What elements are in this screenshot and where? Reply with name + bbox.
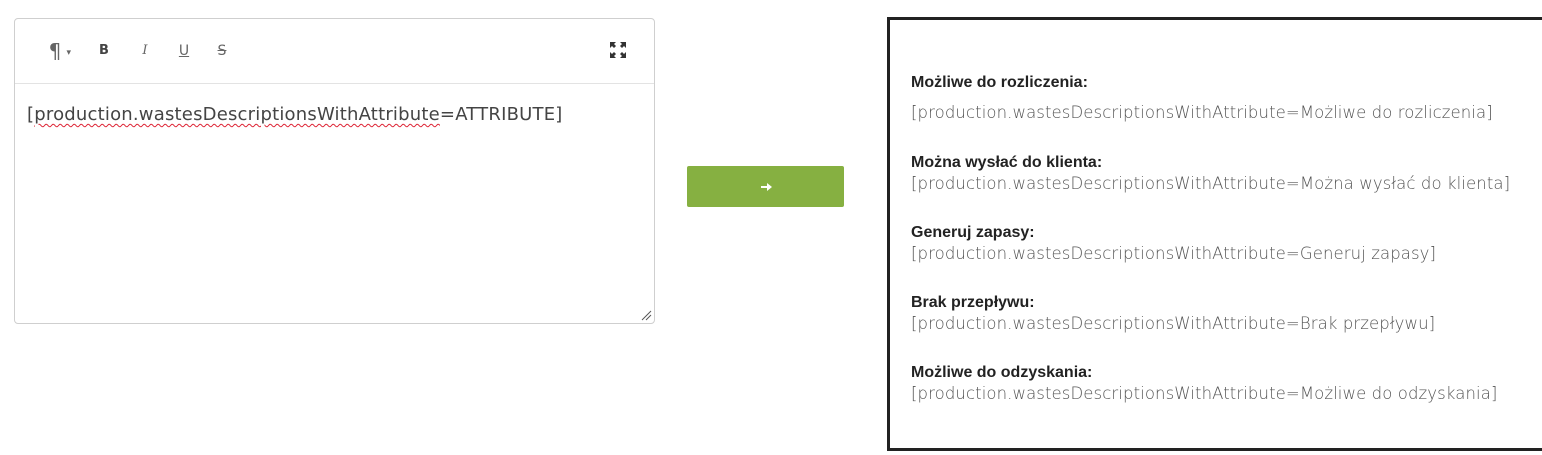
paragraph-format-button[interactable]: ¶ ▾ (41, 39, 71, 63)
strikethrough-button[interactable]: S (213, 39, 231, 63)
underline-button[interactable]: U (175, 39, 193, 63)
content-placeholder-name: production.wastesDescriptionsWithAttribu… (34, 104, 440, 125)
preview-item-value: [production.wastesDescriptionsWithAttrib… (911, 314, 1436, 333)
preview-item-label: Możliwe do rozliczenia: (911, 74, 1088, 91)
convert-button[interactable] (687, 166, 844, 207)
preview-item-value: [production.wastesDescriptionsWithAttrib… (911, 174, 1511, 193)
fullscreen-button[interactable] (608, 40, 628, 60)
preview-item-value: [production.wastesDescriptionsWithAttrib… (911, 384, 1498, 403)
editor-content[interactable]: [production.wastesDescriptionsWithAttrib… (15, 84, 654, 145)
arrow-right-icon (760, 182, 772, 191)
pilcrow-icon: ¶ (48, 39, 62, 63)
preview-item-value: [production.wastesDescriptionsWithAttrib… (911, 244, 1437, 263)
preview-item-value: [production.wastesDescriptionsWithAttrib… (911, 103, 1493, 122)
preview-item: Możliwe do odzyskania: [production.waste… (911, 363, 1497, 405)
chevron-down-icon: ▾ (66, 48, 71, 58)
preview-item-label: Generuj zapasy: (911, 224, 1035, 241)
editor-toolbar: ¶ ▾ B I U S (15, 19, 654, 84)
rich-text-editor[interactable]: ¶ ▾ B I U S [production.wastesDescription… (14, 18, 655, 324)
preview-item: Brak przepływu: [production.wastesDescri… (911, 293, 1435, 335)
preview-item-label: Możliwe do odzyskania: (911, 364, 1093, 381)
preview-item-label: Brak przepływu: (911, 294, 1035, 311)
italic-button[interactable]: I (136, 39, 154, 63)
expand-icon (610, 42, 626, 58)
resize-handle[interactable] (640, 309, 652, 321)
preview-item: Generuj zapasy: [production.wastesDescri… (911, 223, 1436, 265)
bold-button[interactable]: B (95, 39, 113, 63)
preview-item: Możliwe do rozliczenia: [production.wast… (911, 73, 1493, 124)
preview-item-label: Można wysłać do klienta: (911, 154, 1103, 171)
content-attribute: =ATTRIBUTE] (439, 104, 563, 125)
preview-panel: Możliwe do rozliczenia: [production.wast… (887, 17, 1542, 451)
preview-item: Można wysłać do klienta: [production.was… (911, 153, 1510, 195)
